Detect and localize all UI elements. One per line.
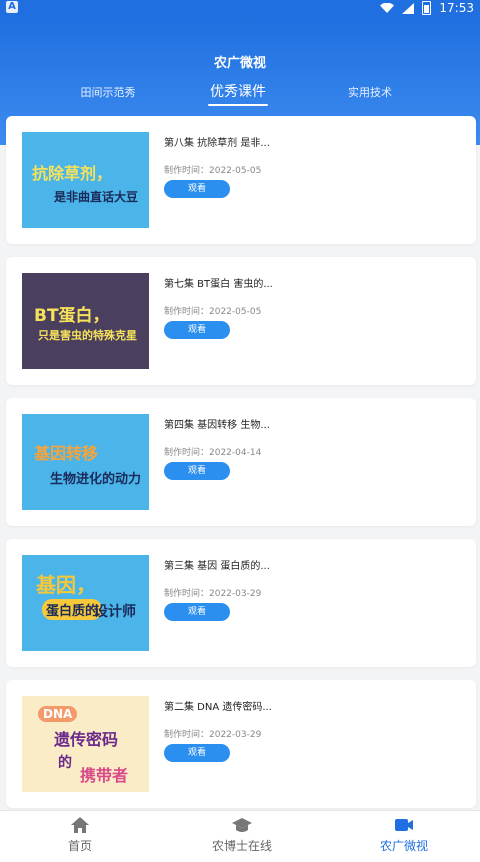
- home-icon: [71, 817, 89, 833]
- course-thumbnail: 抗除草剂， 是非曲直话大豆: [22, 132, 149, 228]
- active-tab-indicator: [208, 104, 268, 106]
- course-card[interactable]: 基因， 蛋白质的 设计师 第三集 基因 蛋白质的... 制作时间：2022-03…: [6, 539, 476, 667]
- course-card[interactable]: 抗除草剂， 是非曲直话大豆 第八集 抗除草剂 是非... 制作时间：2022-0…: [6, 116, 476, 244]
- thumb-text: DNA: [38, 706, 78, 722]
- course-title: 第二集 DNA 遗传密码...: [164, 702, 272, 713]
- thumb-text: 生物进化的动力: [50, 472, 142, 487]
- thumb-text: 的: [58, 755, 72, 771]
- status-bar: A 17:53: [0, 0, 480, 17]
- tab-courseware[interactable]: 优秀课件: [200, 81, 276, 106]
- battery-icon: [422, 1, 432, 15]
- status-time: 17:53: [439, 1, 474, 15]
- watch-button[interactable]: 观看: [164, 180, 230, 198]
- course-date: 制作时间：2022-05-05: [164, 166, 262, 176]
- thumb-text: 携带者: [80, 766, 129, 785]
- course-card[interactable]: DNA 遗传密码 的 携带者 第二集 DNA 遗传密码... 制作时间：2022…: [6, 680, 476, 808]
- tab-bar: 田间示范秀 优秀课件 实用技术: [0, 83, 480, 109]
- course-date: 制作时间：2022-03-29: [164, 589, 262, 599]
- watch-button[interactable]: 观看: [164, 603, 230, 621]
- thumb-text: 基因，: [36, 573, 96, 597]
- thumb-text: BT蛋白，: [34, 306, 110, 326]
- graduation-cap-icon: [232, 818, 252, 832]
- nav-doctor-online[interactable]: 农博士在线: [182, 815, 302, 854]
- course-thumbnail: BT蛋白， 只是害虫的特殊克星: [22, 273, 149, 369]
- tab-field-demo[interactable]: 田间示范秀: [70, 84, 146, 100]
- wifi-icon: [380, 3, 395, 13]
- watch-button[interactable]: 观看: [164, 321, 230, 339]
- course-title: 第八集 抗除草剂 是非...: [164, 138, 270, 149]
- thumb-text: 只是害虫的特殊克星: [38, 329, 137, 342]
- course-thumbnail: 基因转移 生物进化的动力: [22, 414, 149, 510]
- course-thumbnail: 基因， 蛋白质的 设计师: [22, 555, 149, 651]
- thumb-text: 遗传密码: [54, 730, 119, 749]
- tab-courseware-label: 优秀课件: [210, 84, 266, 100]
- course-card[interactable]: BT蛋白， 只是害虫的特殊克星 第七集 BT蛋白 害虫的... 制作时间：202…: [6, 257, 476, 385]
- watch-button[interactable]: 观看: [164, 462, 230, 480]
- thumb-text: 是非曲直话大豆: [54, 190, 139, 204]
- thumb-text: 设计师: [94, 604, 136, 620]
- course-date: 制作时间：2022-04-14: [164, 448, 262, 458]
- watch-button[interactable]: 观看: [164, 744, 230, 762]
- bottom-nav: 首页 农博士在线 农广微视: [0, 810, 480, 862]
- course-thumbnail: DNA 遗传密码 的 携带者: [22, 696, 149, 792]
- nav-home-label: 首页: [67, 839, 92, 853]
- nav-micro-video-label: 农广微视: [379, 839, 428, 853]
- thumb-text: 基因转移: [34, 444, 99, 463]
- page-title: 农广微视: [213, 56, 266, 71]
- course-card[interactable]: 基因转移 生物进化的动力 第四集 基因转移 生物... 制作时间：2022-04…: [6, 398, 476, 526]
- nav-doctor-online-label: 农博士在线: [211, 839, 272, 853]
- course-title: 第三集 基因 蛋白质的...: [164, 561, 270, 572]
- course-title: 第七集 BT蛋白 害虫的...: [164, 279, 273, 290]
- video-camera-icon: [395, 819, 413, 831]
- thumb-text: 蛋白质的: [42, 599, 103, 620]
- thumb-text: 抗除草剂，: [32, 164, 113, 183]
- nav-micro-video[interactable]: 农广微视: [344, 815, 464, 854]
- notification-icon: A: [6, 1, 18, 13]
- tab-practical-tech[interactable]: 实用技术: [332, 84, 408, 100]
- signal-icon: [402, 2, 415, 14]
- course-title: 第四集 基因转移 生物...: [164, 420, 270, 431]
- course-date: 制作时间：2022-05-05: [164, 307, 262, 317]
- nav-home[interactable]: 首页: [20, 815, 140, 854]
- course-date: 制作时间：2022-03-29: [164, 730, 262, 740]
